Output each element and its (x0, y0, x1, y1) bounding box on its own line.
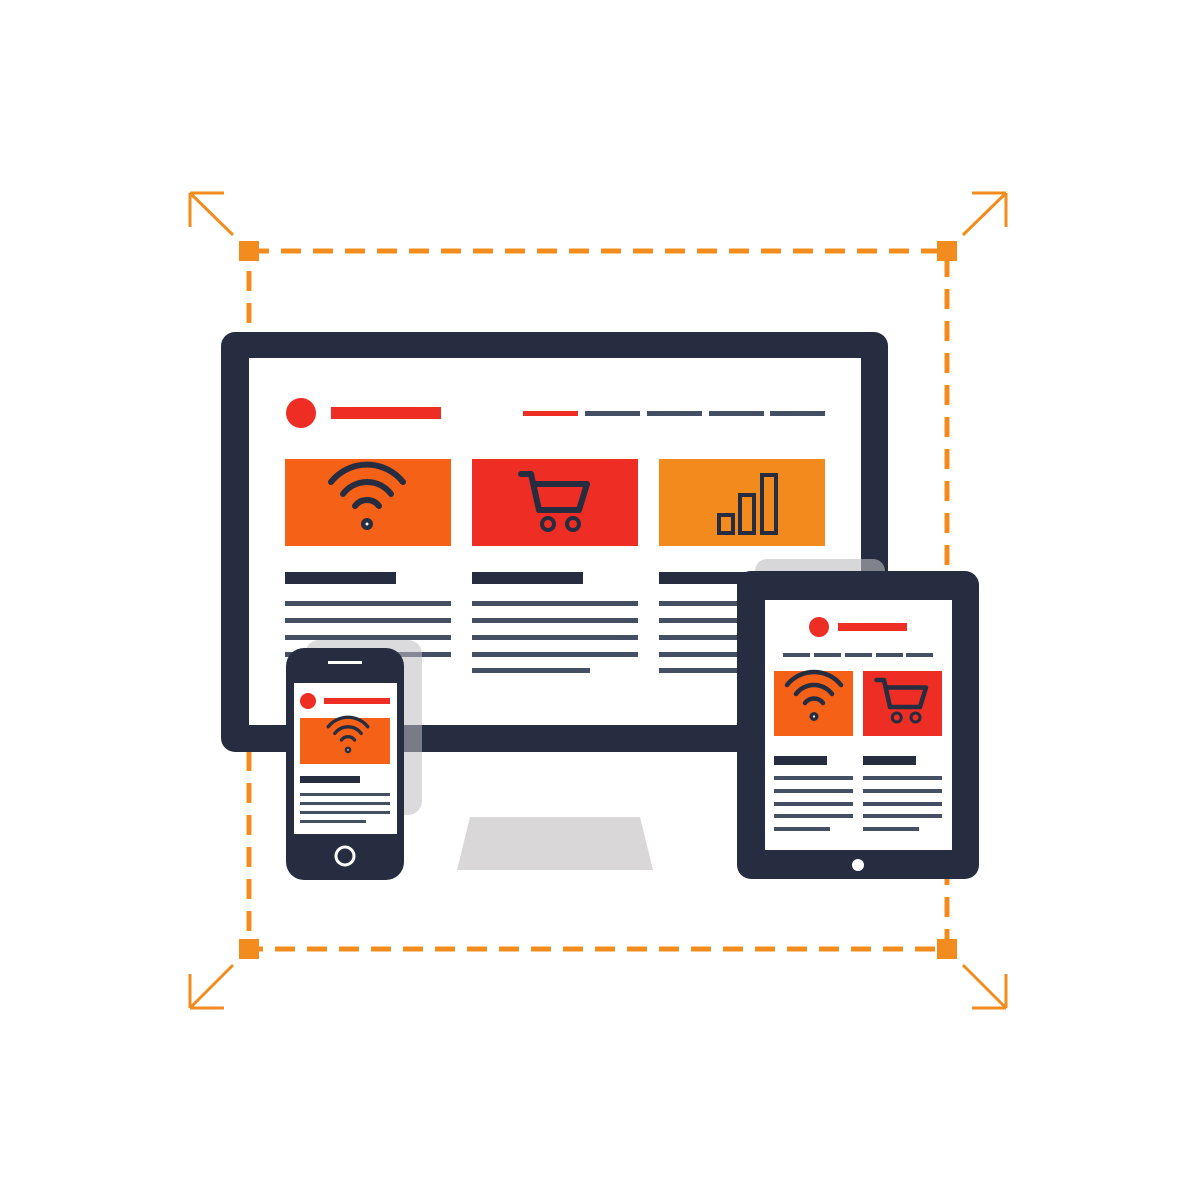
corner-handle[interactable] (937, 241, 957, 261)
resize-arrow-icon (188, 963, 235, 1010)
nav-menu (523, 411, 825, 416)
corner-handle[interactable] (239, 241, 259, 261)
resize-arrow-icon (961, 963, 1008, 1010)
smartphone (286, 640, 422, 880)
monitor-stand (457, 817, 653, 870)
resize-arrow-icon (188, 191, 235, 237)
site-title-bar (331, 407, 441, 419)
tablet-home-button[interactable] (852, 859, 864, 871)
responsive-design-illustration (188, 191, 1008, 1010)
corner-handle[interactable] (937, 939, 957, 959)
logo-dot (286, 398, 316, 428)
corner-handle[interactable] (239, 939, 259, 959)
tablet (737, 559, 979, 879)
phone-speaker (328, 661, 362, 664)
resize-arrow-icon (961, 191, 1008, 237)
card-cart (472, 459, 638, 546)
